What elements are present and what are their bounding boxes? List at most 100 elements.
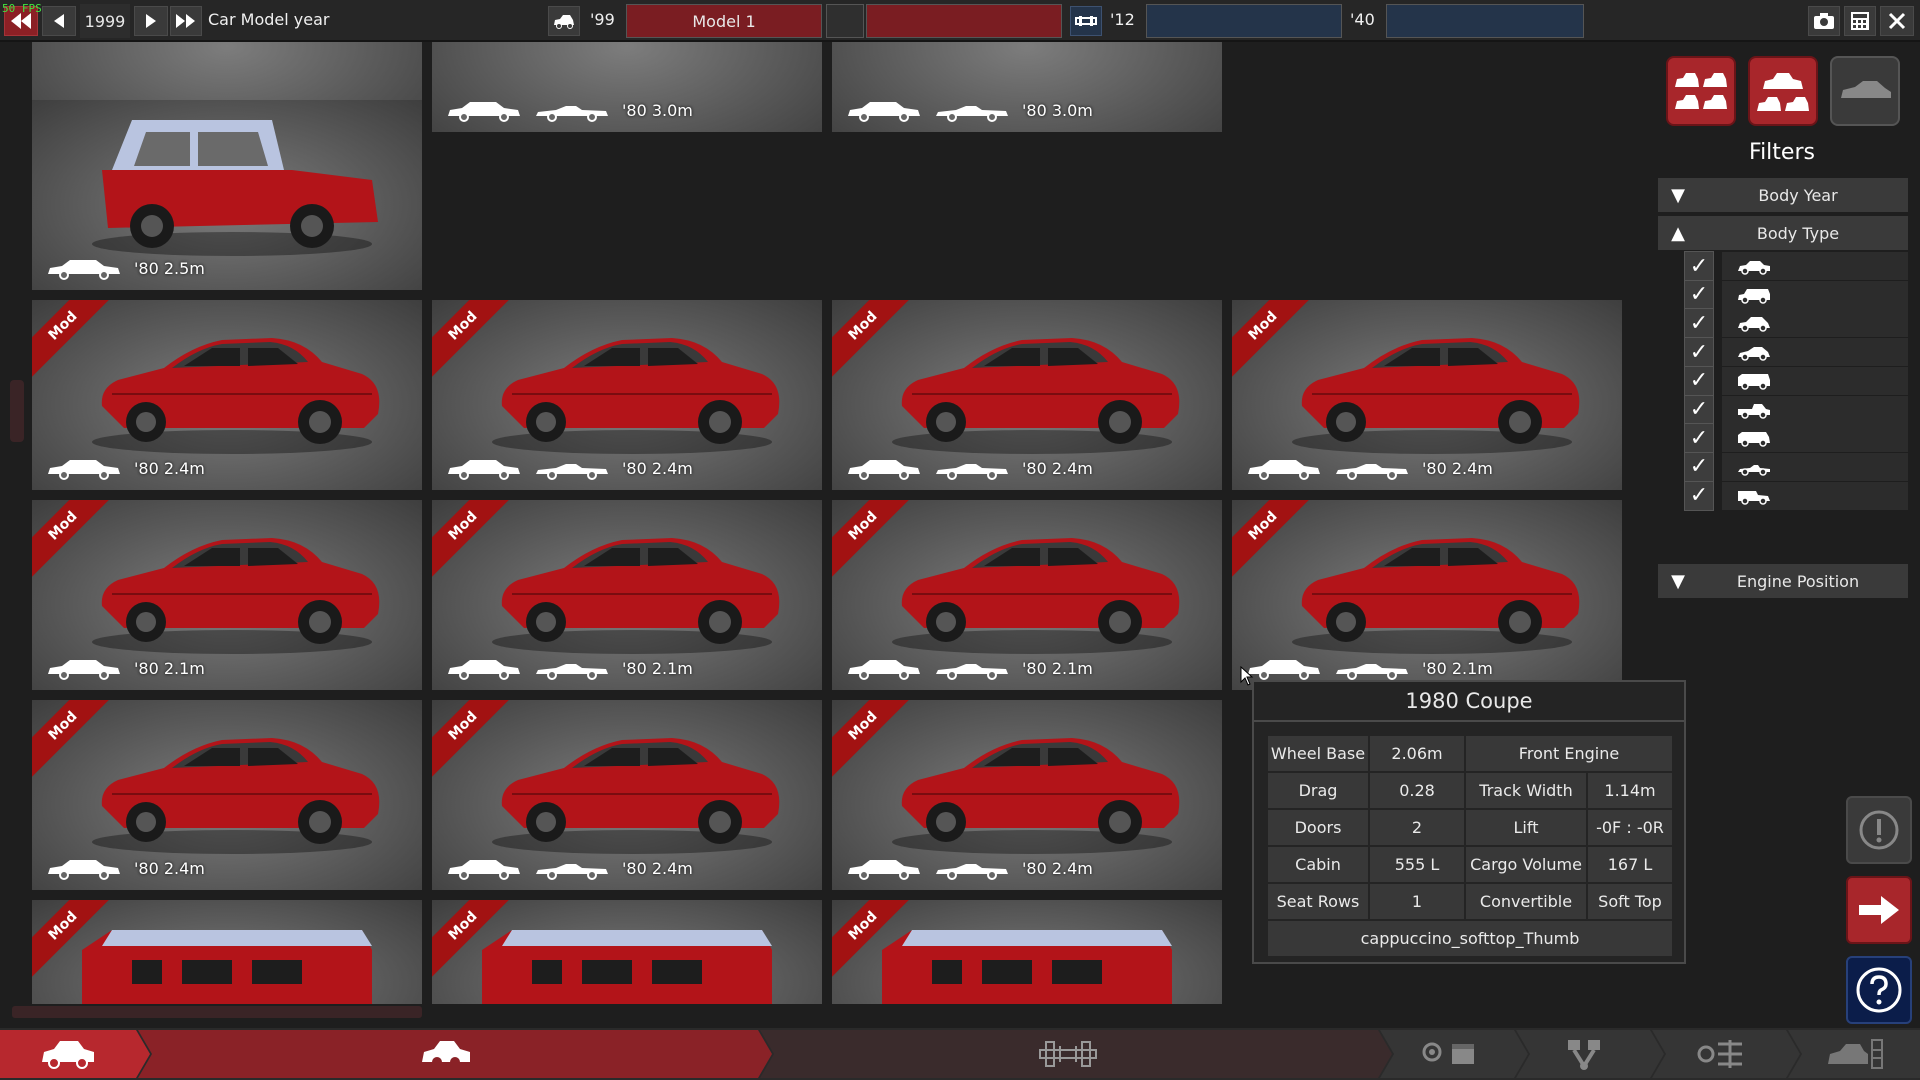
tile-info: '80 2.4m	[844, 856, 1093, 880]
body-tile[interactable]: Mod '80 2.4m	[32, 300, 422, 490]
stat-label: Convertible	[1466, 884, 1586, 919]
nav-body-tab[interactable]	[418, 1038, 474, 1070]
trim-field[interactable]	[1146, 4, 1342, 38]
trim-end-year: '40	[1350, 10, 1375, 29]
body-type-option[interactable]: ✓	[1684, 279, 1908, 311]
tile-label: '80 2.4m	[1022, 858, 1093, 878]
body-type-label	[1722, 280, 1908, 309]
body-type-option[interactable]: ✓	[1684, 365, 1908, 397]
body-tile[interactable]: Mod '80 2.4m	[832, 700, 1222, 890]
body-tile[interactable]: '80 2.5m	[32, 100, 422, 290]
checkbox[interactable]: ✓	[1684, 308, 1714, 339]
nav-engine-tab[interactable]	[1418, 1038, 1482, 1070]
stat-label: Drag	[1268, 773, 1368, 808]
checkbox[interactable]: ✓	[1684, 394, 1714, 425]
stat-label: Lift	[1466, 810, 1586, 845]
trim-start-year: '12	[1110, 10, 1135, 29]
view-family-button[interactable]	[1748, 56, 1818, 126]
vertical-scrollbar-thumb[interactable]	[10, 380, 24, 442]
car-preview-image	[492, 338, 780, 454]
car-preview-image	[882, 930, 1172, 1004]
body-type-option[interactable]: ✓	[1684, 336, 1908, 368]
expand-down-icon: ▼	[1671, 570, 1685, 592]
body-tile[interactable]: Mod	[832, 900, 1222, 1004]
body-tile[interactable]: Mod '80 2.4m	[832, 300, 1222, 490]
body-type-option[interactable]: ✓	[1684, 250, 1908, 282]
body-tile[interactable]: Mod '80 2.1m	[832, 500, 1222, 690]
nav-car-model-tab[interactable]	[38, 1036, 98, 1072]
warning-button[interactable]	[1846, 796, 1912, 864]
body-type-option[interactable]: ✓	[1684, 451, 1908, 483]
trim-button[interactable]	[1070, 6, 1102, 36]
close-icon	[1888, 12, 1906, 30]
checkbox[interactable]: ✓	[1684, 480, 1714, 511]
nav-fixture-tab[interactable]	[1694, 1036, 1746, 1072]
body-type-icons	[844, 656, 1012, 680]
screenshot-button[interactable]	[1808, 6, 1840, 36]
body-type-icons	[844, 98, 1012, 122]
body-tile[interactable]: Mod '80 2.1m	[432, 500, 822, 690]
exclamation-icon	[1859, 810, 1899, 850]
bottom-nav	[0, 1028, 1920, 1080]
year-next-button[interactable]	[134, 6, 168, 36]
car-preview-image	[72, 42, 392, 102]
filter-body-year[interactable]: ▼ Body Year	[1658, 178, 1908, 212]
car-preview-image	[492, 738, 780, 854]
body-type-option[interactable]: ✓	[1684, 422, 1908, 454]
view-all-bodies-button[interactable]	[1666, 56, 1736, 126]
stat-label: Cargo Volume	[1466, 847, 1586, 882]
car-family-icon	[1757, 73, 1809, 111]
checkbox[interactable]: ✓	[1684, 423, 1714, 454]
filter-body-type[interactable]: ▲ Body Type	[1658, 216, 1908, 250]
single-car-icon	[1841, 81, 1891, 98]
multi-car-icon	[1675, 73, 1727, 109]
body-type-icons	[44, 856, 124, 880]
body-tile[interactable]: Mod '80 2.4m	[32, 700, 422, 890]
year-prev-button[interactable]	[42, 6, 76, 36]
trim-end-field[interactable]	[1386, 4, 1584, 38]
checkbox[interactable]: ✓	[1684, 279, 1714, 310]
chassis-icon	[1039, 1041, 1097, 1067]
model-name-field[interactable]: Model 1	[626, 4, 822, 38]
car-preview-image	[1292, 538, 1580, 654]
fast-forward-button[interactable]	[170, 6, 202, 36]
body-tile[interactable]: Mod '80 2.4m	[432, 700, 822, 890]
calculator-button[interactable]	[1844, 6, 1876, 36]
car-preview-image	[472, 42, 792, 102]
body-tile[interactable]: Mod '80 2.4m	[432, 300, 822, 490]
stat-value: 1.14m	[1588, 773, 1672, 808]
body-type-option[interactable]: ✓	[1684, 307, 1908, 339]
nav-final-tab[interactable]	[1826, 1036, 1886, 1072]
body-tile[interactable]: '80 3.0m	[832, 42, 1222, 132]
body-button[interactable]	[548, 6, 580, 36]
next-button[interactable]	[1846, 876, 1912, 944]
body-tile[interactable]: Mod '80 2.4m	[1232, 300, 1622, 490]
fps-counter: 50 FPS	[2, 2, 42, 15]
trim-name-field[interactable]	[866, 4, 1062, 38]
body-type-option[interactable]: ✓	[1684, 480, 1908, 512]
body-type-option[interactable]: ✓	[1684, 394, 1908, 426]
filter-engine-position[interactable]: ▼ Engine Position	[1658, 564, 1908, 598]
car-finish-icon	[1828, 1039, 1883, 1069]
horizontal-scrollbar-thumb[interactable]	[12, 1006, 422, 1018]
body-tile[interactable]: Mod	[432, 900, 822, 1004]
checkbox[interactable]: ✓	[1684, 251, 1714, 281]
checkbox[interactable]: ✓	[1684, 451, 1714, 482]
body-tile[interactable]: Mod	[32, 900, 422, 1004]
tile-label: '80 2.1m	[134, 658, 205, 678]
nav-engine-design-tab[interactable]	[1558, 1036, 1610, 1072]
view-single-button[interactable]	[1830, 56, 1900, 126]
body-tile[interactable]: Mod '80 2.1m	[32, 500, 422, 690]
help-button[interactable]	[1846, 956, 1912, 1024]
checkbox[interactable]: ✓	[1684, 365, 1714, 396]
body-tile[interactable]: '80 3.0m	[432, 42, 822, 132]
checkbox[interactable]: ✓	[1684, 337, 1714, 368]
year-field[interactable]: 1999	[80, 4, 130, 38]
close-button[interactable]	[1880, 6, 1914, 36]
nav-chassis-tab[interactable]	[1036, 1038, 1100, 1070]
body-tile[interactable]: Mod '80 2.1m	[1232, 500, 1622, 690]
question-icon	[1856, 967, 1902, 1013]
body-type-icons	[1244, 656, 1412, 680]
tile-info: '80 2.4m	[444, 456, 693, 480]
tile-info: '80 3.0m	[844, 98, 1093, 122]
